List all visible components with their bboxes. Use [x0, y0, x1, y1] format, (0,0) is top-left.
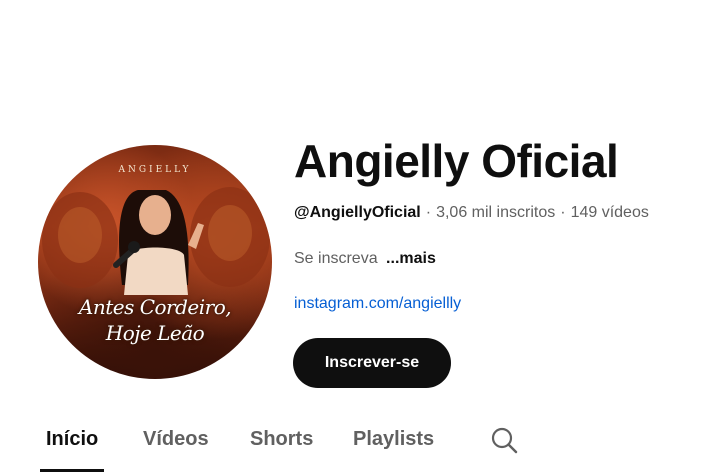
subscriber-count: 3,06 mil inscritos — [436, 204, 556, 221]
search-icon[interactable] — [488, 424, 520, 456]
channel-meta: @AngiellyOficial · 3,06 mil inscritos · 149 … — [294, 204, 649, 222]
meta-separator-2: · — [560, 204, 566, 221]
channel-name: Angielly Oficial — [294, 135, 619, 187]
channel-link[interactable]: instagram.com/angiellly — [294, 295, 461, 313]
channel-handle: @AngiellyOficial — [294, 204, 421, 221]
meta-separator-1: · — [425, 204, 432, 221]
tab-shorts[interactable]: Shorts — [250, 420, 313, 472]
avatar-title-line1: Antes Cordeiro, — [78, 295, 232, 319]
tab-inicio[interactable]: Início — [39, 420, 105, 472]
search-icon-graphic — [491, 427, 518, 454]
subscribe-button[interactable]: Inscrever-se — [293, 338, 451, 388]
avatar-top-label: ANGIELLY — [118, 165, 192, 175]
tab-playlists[interactable]: Playlists — [353, 420, 434, 472]
video-count: 149 vídeos — [570, 204, 649, 221]
tab-videos[interactable]: Vídeos — [143, 420, 209, 472]
description-text: Se inscreva — [294, 250, 378, 267]
channel-page: ANGIELLY Antes Cordeiro, Hoje Leão Angie… — [0, 0, 726, 472]
avatar-title-line2: Hoje Leão — [105, 321, 205, 345]
channel-tabs: Início Vídeos Shorts Playlists — [0, 420, 726, 472]
channel-avatar[interactable]: ANGIELLY Antes Cordeiro, Hoje Leão — [38, 145, 272, 379]
channel-description[interactable]: Se inscreva ...mais — [294, 250, 436, 268]
more-button[interactable]: ...mais — [386, 250, 436, 267]
